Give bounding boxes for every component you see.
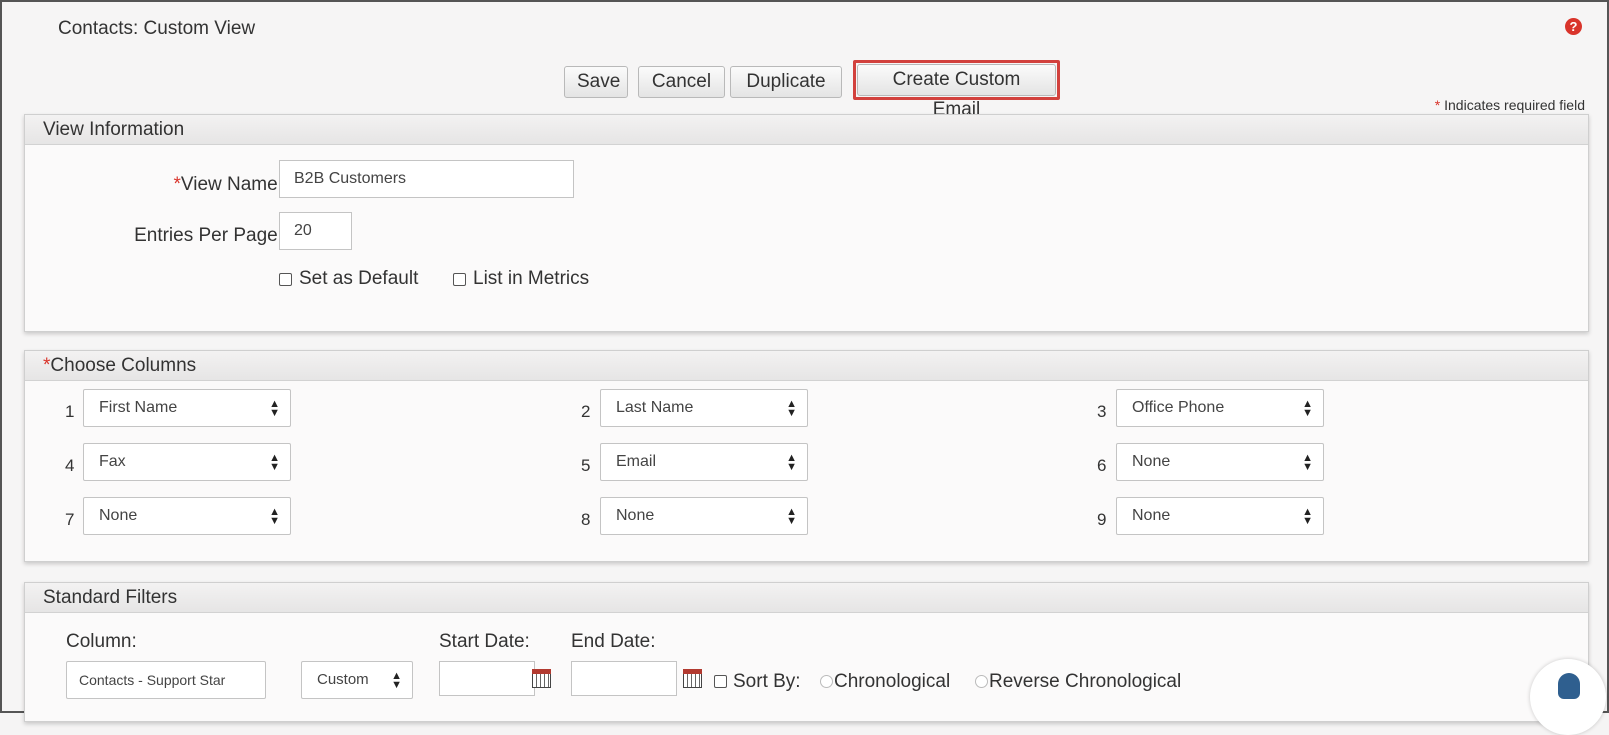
view-name-input[interactable]	[279, 160, 574, 198]
column-select-1[interactable]: First Name ▲ ▼	[83, 389, 291, 427]
duplicate-button[interactable]: Duplicate	[730, 66, 842, 98]
set-default-checkbox[interactable]	[279, 273, 292, 286]
lightbulb-icon	[1558, 673, 1580, 699]
column-number: 7	[65, 510, 75, 529]
help-icon[interactable]: ?	[1565, 18, 1582, 35]
sort-by-label: Sort By:	[733, 671, 801, 692]
view-information-panel: View Information *View Name: Entries Per…	[24, 114, 1589, 332]
standard-filters-header: Standard Filters	[25, 583, 1588, 613]
select-arrows-icon: ▲ ▼	[1302, 452, 1313, 473]
date-range-select[interactable]: Custom ▲ ▼	[301, 661, 413, 699]
select-arrows-icon: ▲ ▼	[391, 670, 402, 691]
column-select-8[interactable]: None ▲ ▼	[600, 497, 808, 535]
column-number: 3	[1097, 402, 1107, 421]
column-select-2[interactable]: Last Name ▲ ▼	[600, 389, 808, 427]
calendar-icon[interactable]	[683, 669, 702, 688]
view-information-header: View Information	[25, 115, 1588, 145]
column-select-6[interactable]: None ▲ ▼	[1116, 443, 1324, 481]
filter-column-label: Column:	[66, 631, 137, 652]
save-button[interactable]: Save	[564, 66, 628, 98]
column-select-9[interactable]: None ▲ ▼	[1116, 497, 1324, 535]
select-arrows-icon: ▲ ▼	[269, 452, 280, 473]
select-arrows-icon: ▲ ▼	[269, 506, 280, 527]
view-name-label: *View Name:	[173, 174, 284, 195]
select-arrows-icon: ▲ ▼	[1302, 398, 1313, 419]
cancel-button[interactable]: Cancel	[638, 66, 725, 98]
column-select-7[interactable]: None ▲ ▼	[83, 497, 291, 535]
choose-columns-header: *Choose Columns	[25, 351, 1588, 381]
column-number: 2	[581, 402, 591, 421]
help-bubble[interactable]	[1530, 659, 1606, 735]
select-arrows-icon: ▲ ▼	[786, 398, 797, 419]
sort-reverse-label: Reverse Chronological	[989, 671, 1182, 692]
column-select-5[interactable]: Email ▲ ▼	[600, 443, 808, 481]
sort-reverse-radio[interactable]	[975, 675, 988, 688]
select-arrows-icon: ▲ ▼	[1302, 506, 1313, 527]
start-date-input[interactable]	[439, 661, 535, 696]
end-date-input[interactable]	[571, 661, 677, 696]
column-number: 5	[581, 456, 591, 475]
column-number: 4	[65, 456, 75, 475]
required-field-note: * Indicates required field	[1435, 97, 1585, 113]
list-metrics-label: List in Metrics	[473, 268, 590, 289]
set-default-label: Set as Default	[299, 268, 419, 289]
select-arrows-icon: ▲ ▼	[786, 506, 797, 527]
entries-per-page-label: Entries Per Page:	[134, 225, 283, 246]
start-date-label: Start Date:	[439, 631, 530, 652]
select-arrows-icon: ▲ ▼	[786, 452, 797, 473]
column-number: 8	[581, 510, 591, 529]
select-arrows-icon: ▲ ▼	[269, 398, 280, 419]
column-number: 9	[1097, 510, 1107, 529]
required-note-text: Indicates required field	[1440, 97, 1585, 113]
list-metrics-checkbox[interactable]	[453, 273, 466, 286]
standard-filters-panel: Standard Filters Column: Start Date: End…	[24, 582, 1589, 722]
page-title: Contacts: Custom View	[58, 18, 256, 39]
calendar-icon[interactable]	[532, 669, 551, 688]
column-number: 1	[65, 402, 75, 421]
window: Contacts: Custom View ? Save Cancel Dupl…	[0, 0, 1609, 735]
choose-columns-panel: *Choose Columns 1 First Name ▲ ▼ 2 Last Na…	[24, 350, 1589, 562]
column-select-3[interactable]: Office Phone ▲ ▼	[1116, 389, 1324, 427]
sort-by-checkbox[interactable]	[714, 675, 727, 688]
create-custom-email-button[interactable]: Create Custom Email	[857, 64, 1056, 120]
entries-per-page-input[interactable]	[279, 212, 352, 250]
column-number: 6	[1097, 456, 1107, 475]
end-date-label: End Date:	[571, 631, 656, 652]
column-select-4[interactable]: Fax ▲ ▼	[83, 443, 291, 481]
filter-column-select[interactable]: Contacts - Support Star	[66, 661, 266, 699]
sort-chronological-radio[interactable]	[820, 675, 833, 688]
sort-chronological-label: Chronological	[834, 671, 951, 692]
